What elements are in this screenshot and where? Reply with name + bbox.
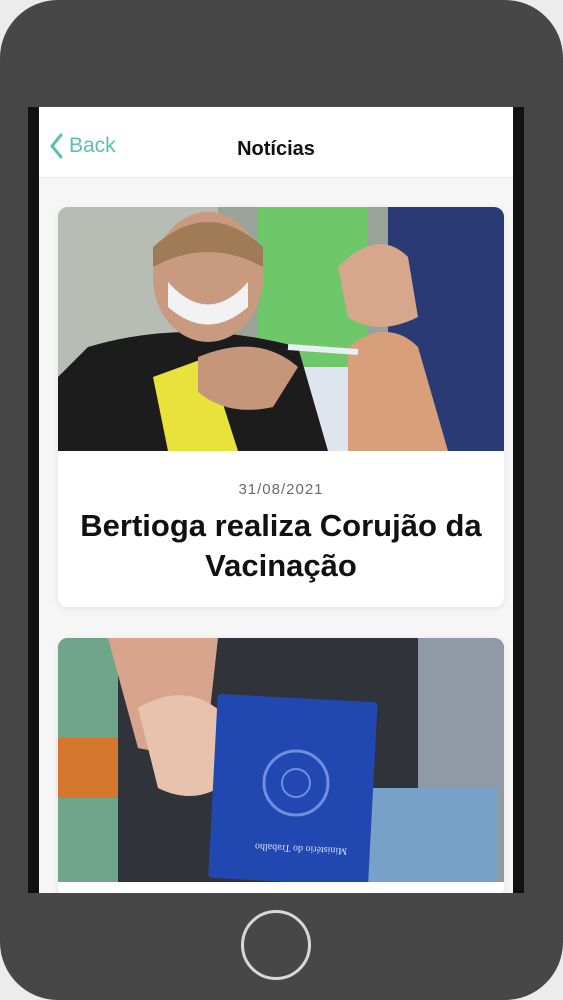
news-card[interactable]: 31/08/2021 Bertioga realiza Corujão da V…	[58, 207, 504, 607]
device-frame: Back Notícias 31/08/2021 Bertioga realiz…	[0, 0, 563, 1000]
home-button[interactable]	[241, 910, 311, 980]
page-title: Notícias	[237, 138, 315, 160]
news-card[interactable]: Ministério do Trabalho	[58, 638, 504, 893]
news-title: Bertioga realiza Corujão da Vacinação	[80, 508, 482, 583]
news-date: 31/08/2021	[238, 481, 324, 498]
news-image-work-card: Ministério do Trabalho	[58, 638, 504, 882]
app-screen: Back Notícias 31/08/2021 Bertioga realiz…	[39, 107, 513, 893]
navigation-bar: Back Notícias	[39, 107, 513, 178]
screen: Back Notícias 31/08/2021 Bertioga realiz…	[28, 107, 524, 893]
news-image-vaccination	[58, 207, 504, 451]
